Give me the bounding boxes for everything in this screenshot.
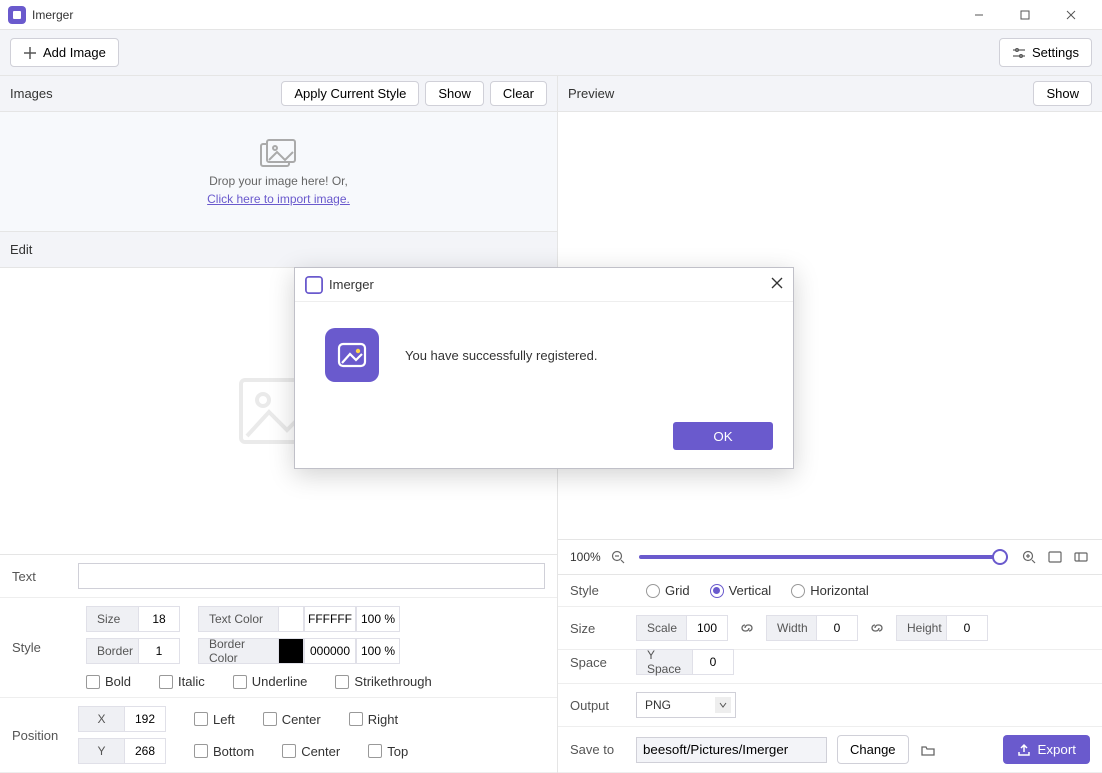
text-input[interactable] (78, 563, 545, 589)
zoom-slider[interactable] (639, 555, 1008, 559)
zoom-knob[interactable] (992, 549, 1008, 565)
preview-header: Preview Show (558, 76, 1102, 112)
position-label: Position (12, 728, 68, 743)
text-color-opacity-input[interactable] (356, 606, 400, 632)
export-button[interactable]: Export (1003, 735, 1090, 764)
images-header: Images Apply Current Style Show Clear (0, 76, 557, 112)
images-placeholder-icon (259, 138, 299, 170)
y-label: Y (78, 738, 124, 764)
align-right-checkbox[interactable]: Right (349, 712, 398, 727)
image-placeholder-icon (237, 376, 321, 446)
add-image-button[interactable]: Add Image (10, 38, 119, 67)
size-input[interactable] (138, 606, 180, 632)
app-icon (8, 6, 26, 24)
width-label: Width (766, 615, 816, 641)
underline-checkbox[interactable]: Underline (233, 674, 308, 689)
italic-checkbox[interactable]: Italic (159, 674, 205, 689)
align-bottom-checkbox[interactable]: Bottom (194, 744, 254, 759)
plus-icon (23, 46, 37, 60)
text-color-label: Text Color (198, 606, 278, 632)
show-preview-button[interactable]: Show (1033, 81, 1092, 106)
border-color-opacity-input[interactable] (356, 638, 400, 664)
text-color-input[interactable] (304, 606, 356, 632)
add-image-label: Add Image (43, 45, 106, 60)
settings-button[interactable]: Settings (999, 38, 1092, 67)
show-images-button[interactable]: Show (425, 81, 484, 106)
output-select[interactable]: PNG (636, 692, 736, 718)
drop-text: Drop your image here! Or, (209, 174, 348, 188)
layout-style-label: Style (570, 583, 626, 598)
import-link[interactable]: Click here to import image. (207, 192, 350, 206)
app-title: Imerger (32, 8, 73, 22)
sliders-icon (1012, 46, 1026, 60)
yspace-input[interactable] (692, 649, 734, 675)
border-input[interactable] (138, 638, 180, 664)
align-hcenter-checkbox[interactable]: Center (263, 712, 321, 727)
zoom-pct: 100% (570, 550, 601, 564)
preview-size-label: Size (570, 621, 626, 636)
align-left-checkbox[interactable]: Left (194, 712, 235, 727)
horizontal-radio[interactable]: Horizontal (791, 583, 869, 598)
text-color-swatch[interactable] (278, 606, 304, 632)
zoom-out-icon[interactable] (609, 548, 627, 566)
height-input[interactable] (946, 615, 988, 641)
border-label: Border (86, 638, 138, 664)
edit-header: Edit (0, 232, 557, 268)
actual-size-icon[interactable] (1072, 548, 1090, 566)
align-top-checkbox[interactable]: Top (368, 744, 408, 759)
size-label: Size (86, 606, 138, 632)
close-window-button[interactable] (1048, 0, 1094, 30)
link-wh-icon[interactable] (868, 619, 886, 637)
x-input[interactable] (124, 706, 166, 732)
scale-label: Scale (636, 615, 686, 641)
grid-radio[interactable]: Grid (646, 583, 690, 598)
apply-style-button[interactable]: Apply Current Style (281, 81, 419, 106)
settings-label: Settings (1032, 45, 1079, 60)
border-color-swatch[interactable] (278, 638, 304, 664)
style-label: Style (12, 640, 68, 655)
output-value: PNG (645, 698, 671, 712)
y-input[interactable] (124, 738, 166, 764)
chevron-down-icon (715, 697, 731, 713)
main-toolbar: Add Image Settings (0, 30, 1102, 76)
border-color-label: Border Color (198, 638, 278, 664)
link-scale-icon[interactable] (738, 619, 756, 637)
minimize-button[interactable] (956, 0, 1002, 30)
zoom-bar: 100% (558, 539, 1102, 575)
saveto-input[interactable] (636, 737, 827, 763)
change-button[interactable]: Change (837, 735, 909, 764)
vertical-radio[interactable]: Vertical (710, 583, 772, 598)
preview-header-label: Preview (568, 86, 614, 101)
title-bar: Imerger (0, 0, 1102, 30)
fit-screen-icon[interactable] (1046, 548, 1064, 566)
scale-input[interactable] (686, 615, 728, 641)
drop-area[interactable]: Drop your image here! Or, Click here to … (0, 112, 557, 232)
space-label: Space (570, 655, 626, 670)
height-label: Height (896, 615, 946, 641)
preview-body (558, 112, 1102, 539)
edit-preview (0, 268, 557, 554)
border-color-input[interactable] (304, 638, 356, 664)
output-label: Output (570, 698, 626, 713)
align-vcenter-checkbox[interactable]: Center (282, 744, 340, 759)
zoom-in-icon[interactable] (1020, 548, 1038, 566)
yspace-label: Y Space (636, 649, 692, 675)
text-label: Text (12, 569, 68, 584)
bold-checkbox[interactable]: Bold (86, 674, 131, 689)
maximize-button[interactable] (1002, 0, 1048, 30)
saveto-label: Save to (570, 742, 626, 757)
x-label: X (78, 706, 124, 732)
open-folder-icon[interactable] (919, 741, 937, 759)
edit-header-label: Edit (10, 242, 32, 257)
strikethrough-checkbox[interactable]: Strikethrough (335, 674, 431, 689)
clear-images-button[interactable]: Clear (490, 81, 547, 106)
export-icon (1017, 743, 1031, 757)
width-input[interactable] (816, 615, 858, 641)
images-header-label: Images (10, 86, 53, 101)
